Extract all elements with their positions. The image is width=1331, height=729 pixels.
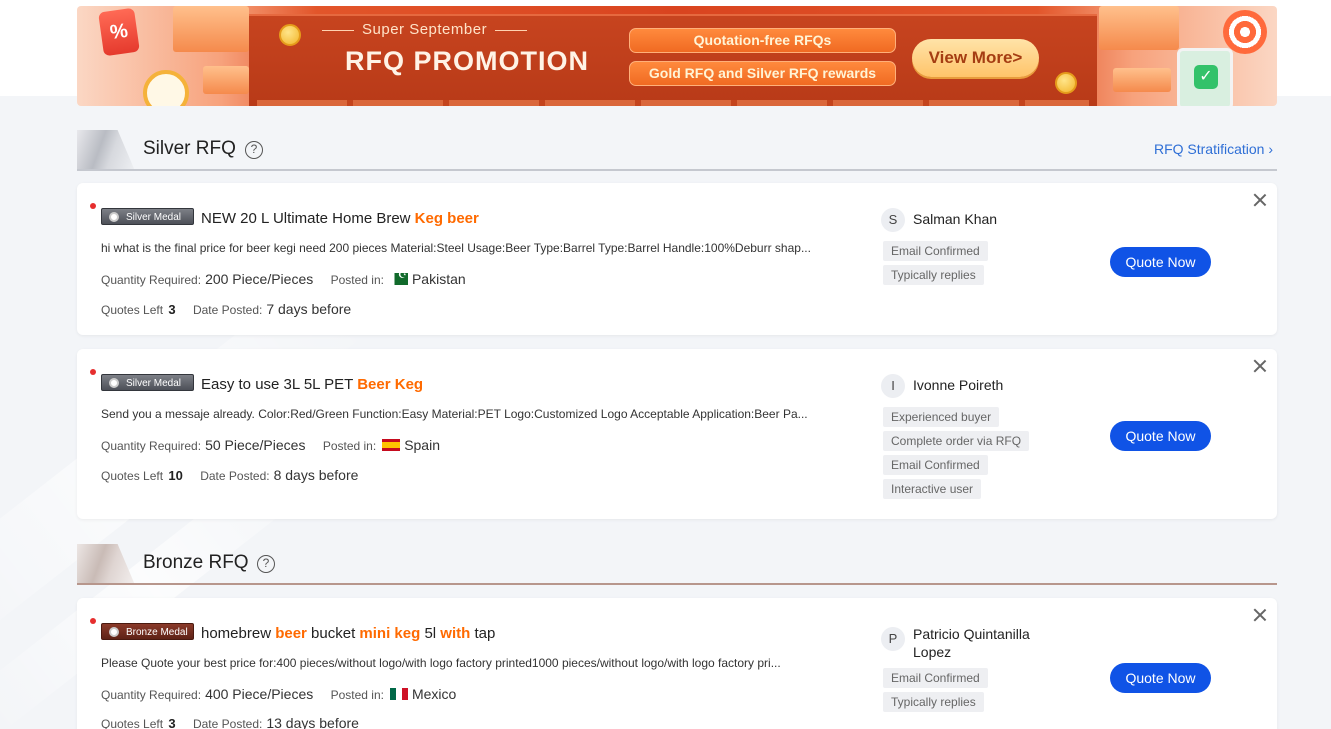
rfq-title[interactable]: homebrew beer bucket mini keg 5l with ta… <box>201 625 495 642</box>
view-more-button[interactable]: View More> <box>912 39 1039 77</box>
section-title: Bronze RFQ <box>143 552 249 573</box>
country-value: Mexico <box>411 686 457 702</box>
section-tab-decoration <box>77 544 135 585</box>
quote-now-button[interactable]: Quote Now <box>1110 421 1211 451</box>
avatar: I <box>881 374 905 398</box>
banner-pill-rewards: Gold RFQ and Silver RFQ rewards <box>629 61 896 86</box>
promo-banner[interactable]: % Super September RFQ PROMOTION Quotatio… <box>77 6 1277 106</box>
section-divider <box>77 169 1277 171</box>
banner-pill-quotation-free: Quotation-free RFQs <box>629 28 896 53</box>
avatar: P <box>881 627 905 651</box>
silver-medal-badge: Silver Medal <box>101 374 194 391</box>
buyer-name: Salman Khan <box>913 211 998 227</box>
quantity-value: 200 Piece/Pieces <box>205 271 314 287</box>
rfq-card: Silver Medal Easy to use 3L 5L PET Beer … <box>77 349 1277 519</box>
target-icon <box>1223 10 1267 54</box>
rfq-meta-row: Quantity Required: 400 Piece/Pieces Poste… <box>101 686 457 702</box>
unread-dot <box>90 203 96 209</box>
banner-subtitle: Super September <box>321 21 528 38</box>
buyer-tag: Email Confirmed <box>883 668 988 688</box>
unread-dot <box>90 369 96 375</box>
rfq-meta-row: Quotes Left 3 Date Posted: 13 days before <box>101 715 359 729</box>
decor-box <box>1113 68 1171 92</box>
banner-title: RFQ PROMOTION <box>345 46 589 76</box>
rfq-description: Send you a messaje already. Color:Red/Gr… <box>101 407 808 421</box>
buyer-tags: Email Confirmed Typically replies <box>883 668 988 716</box>
pakistan-flag-icon <box>389 270 408 285</box>
medal-icon <box>109 378 119 388</box>
date-posted-value: 8 days before <box>273 467 359 483</box>
rfq-description: hi what is the final price for beer kegi… <box>101 241 811 255</box>
close-icon[interactable] <box>1253 359 1267 373</box>
rfq-description: Please Quote your best price for:400 pie… <box>101 656 781 670</box>
decor-box <box>203 66 249 94</box>
quote-now-button[interactable]: Quote Now <box>1110 663 1211 693</box>
quantity-value: 50 Piece/Pieces <box>205 437 306 453</box>
quotes-left-value: 3 <box>168 716 176 729</box>
section-tab-decoration <box>77 130 135 171</box>
medal-icon <box>109 212 119 222</box>
quotes-left-value: 3 <box>168 302 176 317</box>
section-divider <box>77 583 1277 585</box>
rfq-card: Bronze Medal homebrew beer bucket mini k… <box>77 598 1277 729</box>
close-icon[interactable] <box>1253 193 1267 207</box>
buyer-name: Ivonne Poireth <box>913 377 1004 393</box>
buyer-tags: Experienced buyer Complete order via RFQ… <box>883 407 1030 503</box>
country-value: Pakistan <box>411 271 466 287</box>
clock-icon <box>143 70 189 106</box>
spain-flag-icon <box>382 439 401 451</box>
close-icon[interactable] <box>1253 608 1267 622</box>
rfq-meta-row: Quantity Required: 50 Piece/Pieces Posted… <box>101 437 440 453</box>
buyer-tag: Email Confirmed <box>883 241 988 261</box>
help-icon[interactable]: ? <box>245 141 263 159</box>
decor-box <box>173 6 249 52</box>
percent-tag-icon: % <box>98 7 140 57</box>
rfq-meta-row: Quantity Required: 200 Piece/Pieces Poste… <box>101 270 466 287</box>
help-icon[interactable]: ? <box>257 555 275 573</box>
silver-rfq-header: Silver RFQ ? RFQ Stratification › <box>77 130 1277 171</box>
bronze-medal-badge: Bronze Medal <box>101 623 194 640</box>
medal-icon <box>109 627 119 637</box>
rfq-card: Silver Medal NEW 20 L Ultimate Home Brew… <box>77 183 1277 335</box>
rfq-meta-row: Quotes Left 3 Date Posted: 7 days before <box>101 301 352 317</box>
rfq-stratification-link[interactable]: RFQ Stratification › <box>1154 141 1273 157</box>
coin-icon <box>1055 72 1077 94</box>
quotes-left-value: 10 <box>168 468 183 483</box>
bronze-rfq-header: Bronze RFQ ? <box>77 544 1277 585</box>
rfq-title[interactable]: NEW 20 L Ultimate Home Brew Keg beer <box>201 210 479 227</box>
coin-icon <box>279 24 301 46</box>
rfq-title[interactable]: Easy to use 3L 5L PET Beer Keg <box>201 376 423 393</box>
date-posted-value: 7 days before <box>266 301 352 317</box>
clipboard-check-icon <box>1177 48 1233 106</box>
date-posted-value: 13 days before <box>266 715 359 729</box>
buyer-tag: Typically replies <box>883 692 984 712</box>
mexico-flag-icon <box>389 688 408 700</box>
chevron-right-icon: › <box>1264 141 1273 157</box>
buyer-tag: Complete order via RFQ <box>883 431 1030 451</box>
section-title: Silver RFQ <box>143 138 236 159</box>
buyer-tags: Email Confirmed Typically replies <box>883 241 988 289</box>
decor-box <box>1099 6 1179 50</box>
rfq-meta-row: Quotes Left 10 Date Posted: 8 days before <box>101 467 359 483</box>
quantity-value: 400 Piece/Pieces <box>205 686 314 702</box>
buyer-tag: Experienced buyer <box>883 407 1000 427</box>
buyer-name: Patricio Quintanilla Lopez <box>913 626 1030 660</box>
avatar: S <box>881 208 905 232</box>
buyer-tag: Email Confirmed <box>883 455 988 475</box>
unread-dot <box>90 618 96 624</box>
country-value: Spain <box>404 437 440 453</box>
quote-now-button[interactable]: Quote Now <box>1110 247 1211 277</box>
buyer-tag: Interactive user <box>883 479 982 499</box>
buyer-tag: Typically replies <box>883 265 984 285</box>
silver-medal-badge: Silver Medal <box>101 208 194 225</box>
